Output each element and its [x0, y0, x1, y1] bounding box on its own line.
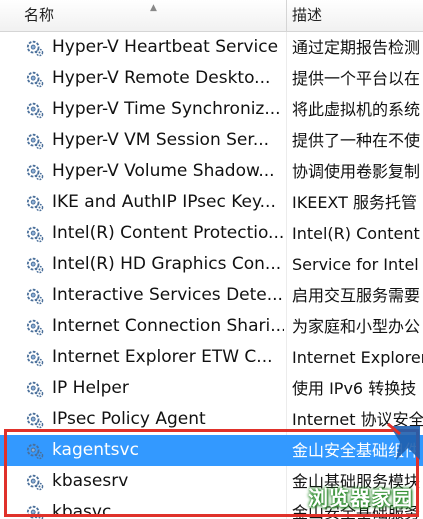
service-description: Internet 协议安全 — [292, 410, 423, 429]
column-divider-handle[interactable] — [286, 0, 287, 31]
service-description: 金山安全基础组件 — [292, 441, 421, 460]
service-description: Service for Intel — [292, 255, 419, 274]
service-description: 通过定期报告检测 — [292, 38, 421, 57]
service-row[interactable]: Internet Connection Shari... 为家庭和小型办公 — [0, 311, 423, 342]
service-row[interactable]: Interactive Services Dete... 启用交互服务需要 — [0, 280, 423, 311]
service-row[interactable]: IPsec Policy Agent Internet 协议安全 — [0, 404, 423, 435]
services-list[interactable]: Hyper-V Heartbeat Service 通过定期报告检测 Hyper-V… — [0, 32, 423, 519]
service-gear-icon — [26, 132, 44, 150]
service-name: kbasesrv — [52, 471, 129, 491]
service-row[interactable]: IP Helper 使用 IPv6 转换技 — [0, 373, 423, 404]
column-header-description[interactable]: 描述 — [292, 0, 423, 31]
service-description: 提供一个平台以在 — [292, 69, 421, 88]
service-name: Interactive Services Dete... — [52, 285, 283, 305]
service-gear-icon — [26, 504, 44, 519]
service-description: 为家庭和小型办公 — [292, 317, 421, 336]
services-window: 名称 ▲ 描述 Hyper-V Heartbeat Service 通过定期报告检… — [0, 0, 423, 519]
service-name: Internet Explorer ETW C... — [52, 347, 273, 367]
service-gear-icon — [26, 411, 44, 429]
service-description: 提供了一种在不使 — [292, 131, 421, 150]
service-gear-icon — [26, 225, 44, 243]
service-description: 将此虚拟机的系统 — [292, 100, 421, 119]
service-name: Internet Connection Shari... — [52, 316, 284, 336]
service-row[interactable]: kagentsvc 金山安全基础组件 — [0, 435, 423, 466]
service-name: Hyper-V VM Session Ser... — [52, 130, 270, 150]
column-header-row: 名称 ▲ 描述 — [0, 0, 423, 32]
service-name: Intel(R) Content Protectio... — [52, 223, 284, 243]
service-row[interactable]: Hyper-V Time Synchroniz... 将此虚拟机的系统 — [0, 94, 423, 125]
service-description: IKEEXT 服务托管 — [292, 193, 417, 212]
service-row[interactable]: Hyper-V Remote Deskto... 提供一个平台以在 — [0, 63, 423, 94]
service-gear-icon — [26, 442, 44, 460]
watermark-text: 浏览器家园 — [308, 486, 413, 510]
service-gear-icon — [26, 163, 44, 181]
service-description: 启用交互服务需要 — [292, 286, 421, 305]
service-name: Hyper-V Heartbeat Service — [52, 37, 279, 57]
service-gear-icon — [26, 380, 44, 398]
service-name: Intel(R) HD Graphics Con... — [52, 254, 282, 274]
service-description: 协调使用卷影复制 — [292, 162, 421, 181]
service-name: Hyper-V Remote Deskto... — [52, 68, 271, 88]
service-name: IP Helper — [52, 378, 129, 398]
service-name: kbasvc — [52, 502, 112, 519]
service-gear-icon — [26, 39, 44, 57]
service-gear-icon — [26, 473, 44, 491]
service-gear-icon — [26, 101, 44, 119]
service-row[interactable]: Intel(R) HD Graphics Con... Service for I… — [0, 249, 423, 280]
service-row[interactable]: Hyper-V Heartbeat Service 通过定期报告检测 — [0, 32, 423, 63]
service-gear-icon — [26, 318, 44, 336]
service-name: kagentsvc — [52, 440, 139, 460]
service-description: Internet Explorer — [292, 348, 423, 367]
service-description: Intel(R) Content — [292, 224, 420, 243]
service-description: 使用 IPv6 转换技 — [292, 379, 417, 398]
service-row[interactable]: Hyper-V Volume Shadow... 协调使用卷影复制 — [0, 156, 423, 187]
service-gear-icon — [26, 256, 44, 274]
service-gear-icon — [26, 349, 44, 367]
service-gear-icon — [26, 194, 44, 212]
service-name: Hyper-V Volume Shadow... — [52, 161, 275, 181]
service-gear-icon — [26, 287, 44, 305]
service-row[interactable]: IKE and AuthIP IPsec Key... IKEEXT 服务托管 — [0, 187, 423, 218]
service-gear-icon — [26, 70, 44, 88]
service-name: IPsec Policy Agent — [52, 409, 206, 429]
service-name: Hyper-V Time Synchroniz... — [52, 99, 281, 119]
service-row[interactable]: Internet Explorer ETW C... Internet Explo… — [0, 342, 423, 373]
sort-ascending-icon: ▲ — [150, 3, 157, 13]
service-row[interactable]: Intel(R) Content Protectio... Intel(R) Co… — [0, 218, 423, 249]
service-row[interactable]: Hyper-V VM Session Ser... 提供了一种在不使 — [0, 125, 423, 156]
service-name: IKE and AuthIP IPsec Key... — [52, 192, 276, 212]
